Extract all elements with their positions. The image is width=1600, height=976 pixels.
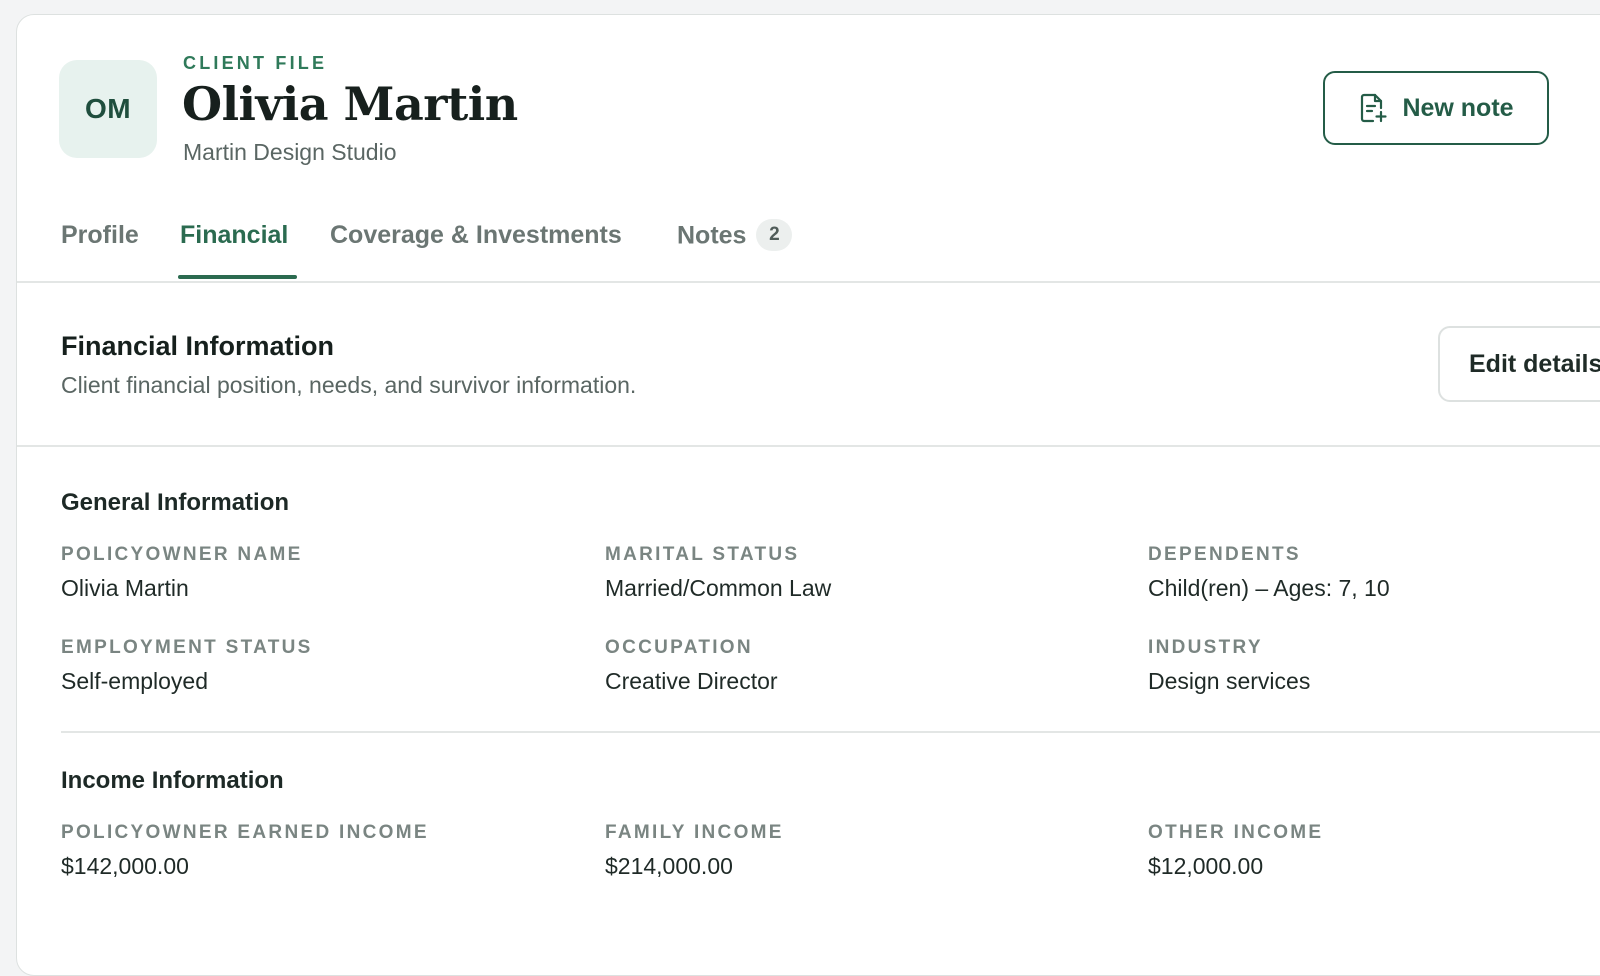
client-company: Martin Design Studio <box>183 139 397 165</box>
tab-notes[interactable]: Notes 2 <box>677 219 793 253</box>
field-value-employment-status: Self-employed <box>61 668 209 694</box>
tab-coverage-investments[interactable]: Coverage & Investments <box>330 221 622 250</box>
field-label-occupation: OCCUPATION <box>605 637 753 658</box>
field-label-policyowner-earned-income: POLICYOWNER EARNED INCOME <box>61 822 429 843</box>
avatar: OM <box>59 60 157 158</box>
field-value-marital-status: Married/Common Law <box>605 575 832 601</box>
field-value-family-income: $214,000.00 <box>605 853 733 879</box>
section-header: Financial Information Client financial p… <box>17 283 1600 447</box>
tab-profile[interactable]: Profile <box>61 221 139 250</box>
client-file-eyebrow: CLIENT FILE <box>183 53 328 73</box>
income-information-title: Income Information <box>61 767 284 794</box>
tab-bar: Profile Financial Coverage & Investments… <box>17 205 1600 283</box>
new-note-button[interactable]: New note <box>1323 71 1549 145</box>
edit-details-button[interactable]: Edit details <box>1438 326 1600 402</box>
field-label-industry: INDUSTRY <box>1148 637 1263 658</box>
active-tab-indicator <box>178 275 297 279</box>
field-label-dependents: DEPENDENTS <box>1148 544 1301 565</box>
field-value-industry: Design services <box>1148 668 1311 694</box>
notes-count-badge: 2 <box>756 219 793 251</box>
group-divider <box>61 731 1600 733</box>
field-label-employment-status: EMPLOYMENT STATUS <box>61 637 313 658</box>
field-label-other-income: OTHER INCOME <box>1148 822 1324 843</box>
general-information-title: General Information <box>61 489 290 516</box>
note-add-icon <box>1358 92 1388 124</box>
field-value-policyowner-earned-income: $142,000.00 <box>61 853 189 879</box>
client-name: Olivia Martin <box>182 77 518 131</box>
field-label-policyowner-name: POLICYOWNER NAME <box>61 544 303 565</box>
client-file-card: OM CLIENT FILE Olivia Martin Martin Desi… <box>16 14 1600 976</box>
field-value-other-income: $12,000.00 <box>1148 853 1264 879</box>
field-label-marital-status: MARITAL STATUS <box>605 544 800 565</box>
tab-notes-label: Notes <box>677 221 747 250</box>
section-title: Financial Information <box>61 331 335 361</box>
section-description: Client financial position, needs, and su… <box>61 372 637 398</box>
new-note-label: New note <box>1402 93 1514 122</box>
tab-financial[interactable]: Financial <box>180 221 288 250</box>
field-label-family-income: FAMILY INCOME <box>605 822 784 843</box>
field-value-policyowner-name: Olivia Martin <box>61 575 189 601</box>
field-value-occupation: Creative Director <box>605 668 778 694</box>
field-value-dependents: Child(ren) – Ages: 7, 10 <box>1148 575 1390 601</box>
